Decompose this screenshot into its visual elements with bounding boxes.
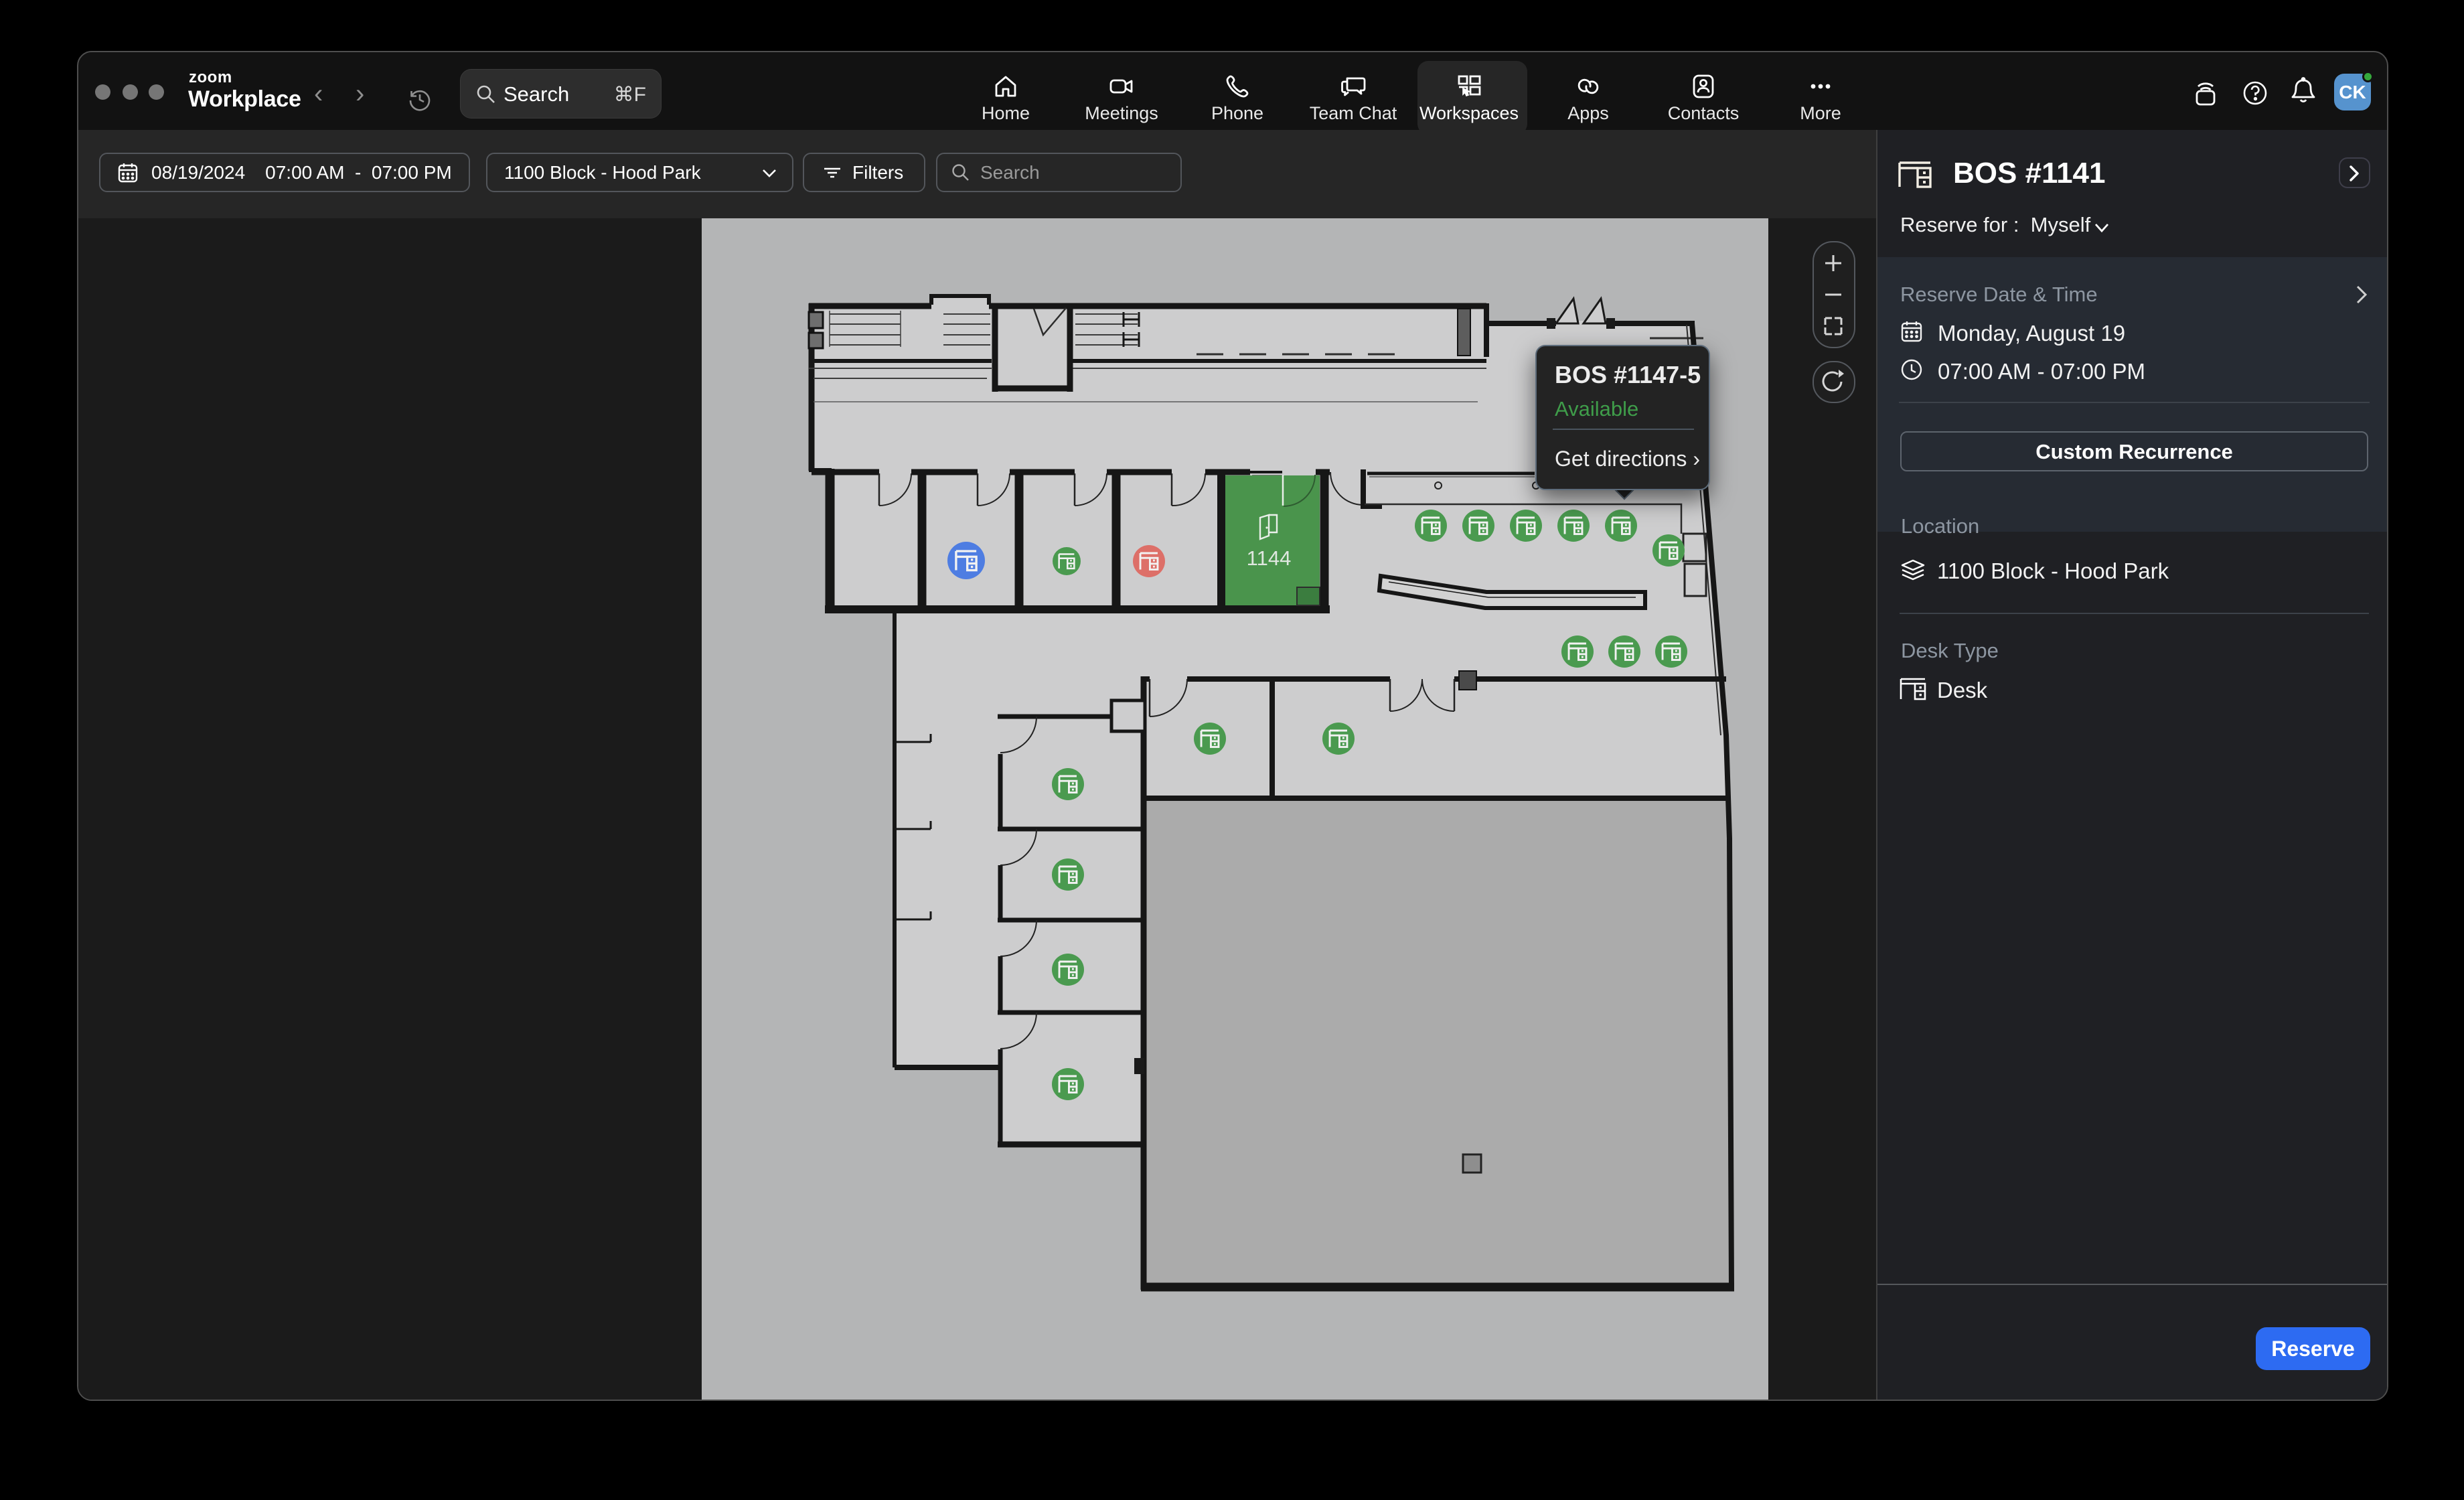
- svg-text:1144: 1144: [1247, 546, 1292, 570]
